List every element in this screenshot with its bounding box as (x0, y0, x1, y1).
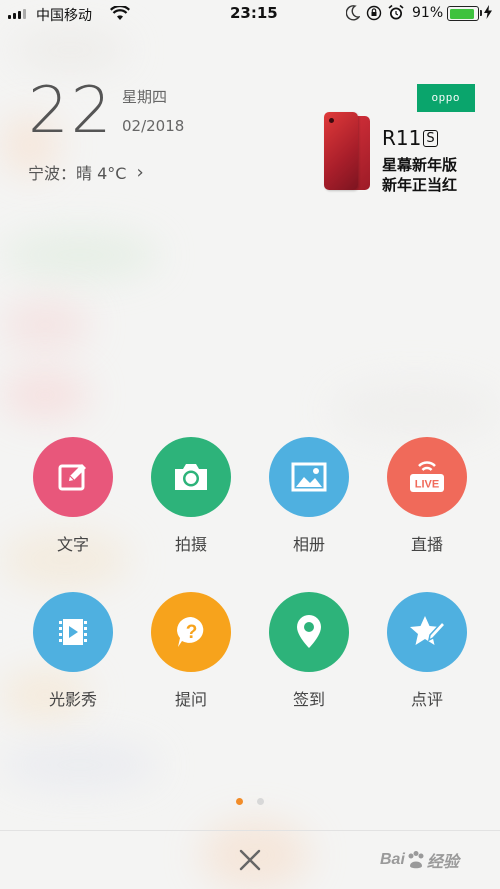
month-year: 02/2018 (122, 117, 185, 135)
watermark-right: 经验 (426, 852, 459, 871)
camera-icon (151, 437, 231, 517)
signal-icon (8, 9, 26, 19)
page-dot-1[interactable] (236, 798, 243, 805)
image-icon (269, 437, 349, 517)
clock-time: 23:15 (230, 4, 278, 22)
grid-label: 提问 (174, 690, 207, 709)
battery-percent: 91% (412, 5, 444, 21)
grid-item-shoot[interactable]: 拍摄 (136, 437, 246, 577)
grid-label: 相册 (292, 535, 325, 554)
rotation-lock-icon (366, 5, 382, 25)
baidu-watermark: Bai 经验 (380, 838, 500, 882)
grid-label: 文字 (56, 535, 89, 554)
weather-text: 宁波：晴 4°C (28, 164, 127, 183)
grid-item-album[interactable]: 相册 (254, 437, 364, 577)
weekday: 星期四 (122, 88, 168, 106)
ad-model-name: R11 (382, 126, 422, 150)
moon-icon (345, 5, 361, 25)
page-indicator (236, 798, 264, 805)
carrier-name: 中国移动 (36, 8, 92, 24)
close-button[interactable] (230, 840, 270, 880)
weather-link[interactable]: 宁波：晴 4°C › (28, 160, 144, 184)
grid-item-text[interactable]: 文字 (18, 437, 128, 577)
question-icon: ? (151, 592, 231, 672)
battery-icon (447, 6, 479, 21)
grid-item-live[interactable]: LIVE 直播 (372, 437, 482, 577)
ad-model: R11 S (382, 126, 438, 150)
grid-label: 签到 (292, 690, 325, 709)
chevron-right-icon: › (136, 161, 144, 183)
edit-icon (33, 437, 113, 517)
watermark-left: Bai (380, 851, 405, 868)
star-pen-icon (387, 592, 467, 672)
live-badge-text: LIVE (415, 479, 439, 491)
battery-tip (480, 10, 482, 16)
oppo-logo: oppo (417, 84, 475, 112)
grid-label: 直播 (410, 535, 443, 554)
live-icon: LIVE (387, 437, 467, 517)
status-bar: 中国移动 23:15 91% (0, 0, 500, 28)
ad-line-2: 新年正当红 (382, 176, 458, 194)
grid-item-lightshow[interactable]: 光影秀 (18, 592, 128, 732)
grid-label: 光影秀 (48, 690, 97, 709)
ad-model-suffix: S (423, 129, 438, 147)
grid-item-checkin[interactable]: 签到 (254, 592, 364, 732)
grid-label: 拍摄 (174, 535, 207, 554)
location-icon (269, 592, 349, 672)
page-dot-2[interactable] (257, 798, 264, 805)
grid-item-review[interactable]: 点评 (372, 592, 482, 732)
paw-icon (408, 851, 424, 869)
close-icon (239, 849, 261, 871)
wifi-icon (110, 4, 130, 25)
grid-item-question[interactable]: ? 提问 (136, 592, 246, 732)
oppo-ad-banner[interactable]: oppo R11 S 星幕新年版 新年正当红 (320, 84, 480, 194)
day-number: 22 (28, 74, 114, 148)
grid-label: 点评 (410, 690, 443, 709)
svg-text:?: ? (186, 622, 198, 643)
charging-icon (484, 5, 492, 22)
ad-line-1: 星幕新年版 (382, 156, 458, 174)
alarm-icon (388, 4, 404, 25)
phone-image (324, 112, 358, 190)
video-icon (33, 592, 113, 672)
